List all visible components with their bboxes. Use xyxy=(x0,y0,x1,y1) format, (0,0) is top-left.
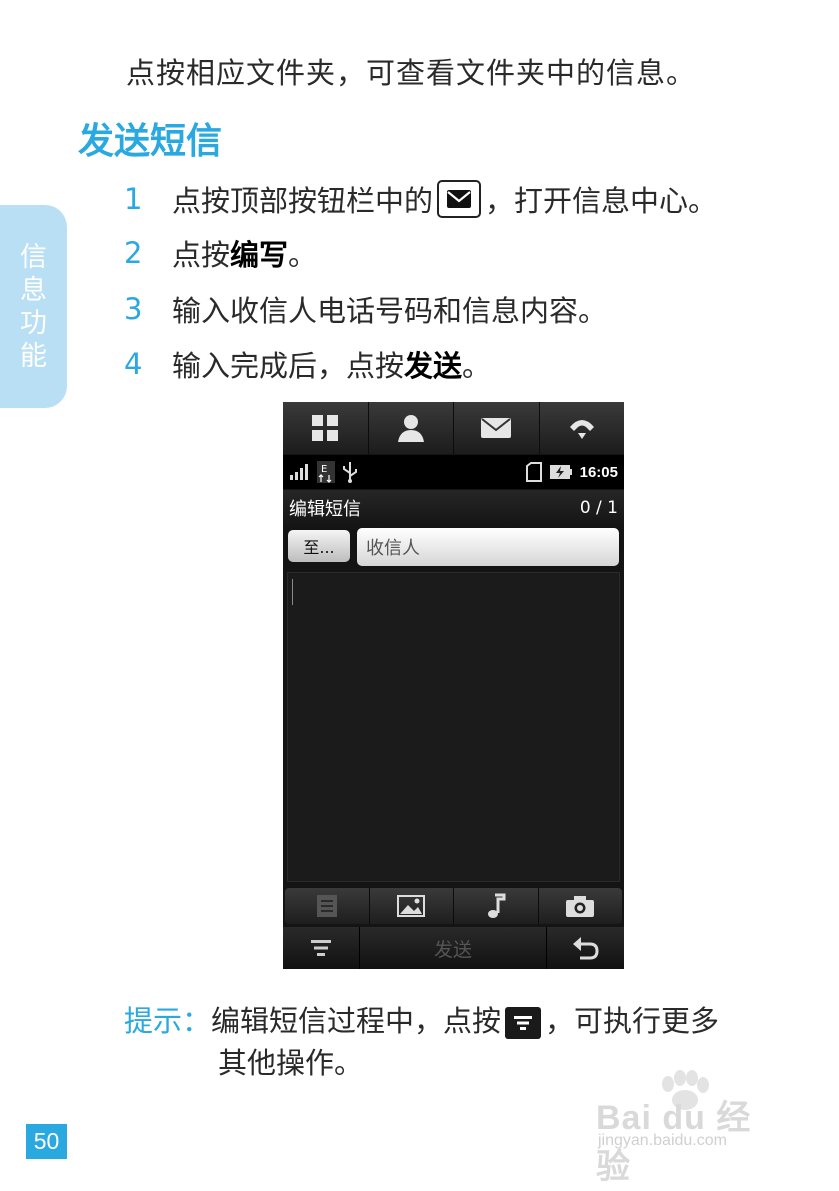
battery-charging-icon xyxy=(549,465,572,479)
compose-title: 编辑短信 xyxy=(289,499,361,520)
step-text: 点按顶部按钮栏中的 xyxy=(172,184,434,218)
phone-status-bar: E 16:05 xyxy=(283,455,624,489)
edge-data-icon: E xyxy=(317,461,335,483)
envelope-icon xyxy=(437,180,482,218)
phone-top-button-bar xyxy=(283,402,624,454)
step-text: 输入完成后，点按 xyxy=(172,349,405,383)
compose-title-bar: 编辑短信 0 / 1 xyxy=(283,490,624,526)
apps-grid-icon[interactable] xyxy=(283,402,369,454)
tip-text: ，可执行更多 xyxy=(545,1004,720,1038)
camera-icon[interactable] xyxy=(539,888,623,924)
step-2: 2 点按 编写 。 xyxy=(124,232,317,274)
phone-screenshot: E 16:05 编辑短信 0 / 1 至... 收信人 发送 xyxy=(283,402,624,969)
message-body-input[interactable] xyxy=(287,572,620,882)
step-number: 2 xyxy=(124,236,143,270)
side-tab-char: 能 xyxy=(20,340,47,372)
step-keyword: 发送 xyxy=(404,349,463,383)
menu-icon xyxy=(505,1007,542,1039)
step-text: ，打开信息中心。 xyxy=(485,184,718,218)
contacts-person-icon[interactable] xyxy=(369,402,454,454)
step-number: 1 xyxy=(124,182,143,216)
side-tab-char: 功 xyxy=(20,307,47,339)
image-icon[interactable] xyxy=(370,888,454,924)
menu-icon[interactable] xyxy=(283,927,360,969)
step-text: 。 xyxy=(288,238,318,272)
usb-icon xyxy=(343,462,357,483)
page-number: 50 xyxy=(26,1124,67,1159)
tip-text: 编辑短信过程中，点按 xyxy=(211,1004,502,1038)
chapter-side-tab: 信 息 功 能 xyxy=(0,205,67,408)
step-text: 点按 xyxy=(172,238,231,272)
status-time: 16:05 xyxy=(579,463,618,481)
text-template-icon[interactable] xyxy=(285,888,370,924)
signal-icon xyxy=(290,464,308,480)
section-title: 发送短信 xyxy=(78,120,223,162)
sd-card-icon xyxy=(525,462,542,482)
back-arrow-icon[interactable] xyxy=(547,927,624,969)
to-button[interactable]: 至... xyxy=(288,530,350,562)
recipient-input[interactable]: 收信人 xyxy=(357,528,619,566)
baidu-jingyan-watermark: Bai du 经验 jingyan.baidu.com xyxy=(596,1070,786,1186)
messaging-envelope-icon[interactable] xyxy=(454,402,540,454)
step-text: 输入收信人电话号码和信息内容。 xyxy=(172,294,608,328)
attachment-bar xyxy=(285,888,622,924)
tip-label: 提示： xyxy=(124,1004,212,1038)
music-note-icon[interactable] xyxy=(454,888,539,924)
message-counter: 0 / 1 xyxy=(579,498,618,518)
recipient-row: 至... 收信人 xyxy=(283,526,624,570)
step-4: 4 输入完成后，点按 发送 。 xyxy=(124,343,491,385)
watermark-url: jingyan.baidu.com xyxy=(598,1132,727,1149)
step-number: 4 xyxy=(124,347,143,381)
step-1: 1 点按顶部按钮栏中的 ，打开信息中心。 xyxy=(124,178,717,220)
step-text: 。 xyxy=(462,349,492,383)
side-tab-char: 信 xyxy=(20,241,47,273)
phone-bottom-bar: 发送 xyxy=(283,927,624,969)
step-keyword: 编写 xyxy=(230,238,289,272)
side-tab-char: 息 xyxy=(20,274,47,306)
intro-text: 点按相应文件夹，可查看文件夹中的信息。 xyxy=(126,56,697,90)
step-3: 3 输入收信人电话号码和信息内容。 xyxy=(124,288,607,330)
send-button[interactable]: 发送 xyxy=(360,927,548,969)
call-icon[interactable] xyxy=(540,402,625,454)
step-number: 3 xyxy=(124,292,143,326)
svg-text:E: E xyxy=(321,464,327,475)
text-cursor xyxy=(292,579,293,605)
